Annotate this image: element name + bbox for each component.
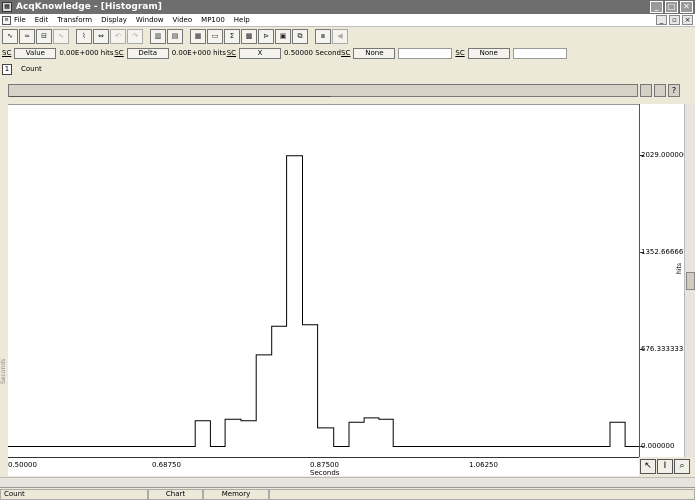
measurement-bar: SC Value 0.00E+000 hits SC Delta 0.00E+0… (0, 46, 695, 60)
toolbar: ∿ ≈ ⊟ ∿ ⌇ ⇔ ↶ ↷ ▥ ▤ ▦ ▭ Σ ▩ ⊳ ▣ ⧉ ⧈ ◀ (0, 27, 695, 45)
measurement-1-channel[interactable]: SC (2, 49, 11, 57)
menu-transform[interactable]: Transform (57, 16, 92, 24)
doc-close-button[interactable]: × (682, 15, 693, 25)
histogram-trace (8, 155, 639, 447)
measurement-2-channel[interactable]: SC (114, 49, 123, 57)
menu-window[interactable]: Window (136, 16, 164, 24)
show-grid-icon[interactable]: ▭ (207, 28, 223, 44)
menu-mp100[interactable]: MP100 (201, 16, 225, 24)
menu-file[interactable]: File (14, 16, 26, 24)
document-icon[interactable]: ≡ (2, 15, 11, 25)
measurement-4-channel[interactable]: SC (341, 49, 350, 57)
table-icon[interactable]: ▩ (241, 28, 257, 44)
overlap-segments-icon[interactable]: ∿ (2, 28, 18, 44)
grid-icon[interactable]: ▦ (190, 28, 206, 44)
y-axis-unit: hits (676, 263, 683, 274)
plot-area[interactable] (8, 104, 639, 457)
scope-mode-icon[interactable]: ∿ (53, 28, 69, 44)
menu-video[interactable]: Video (173, 16, 193, 24)
y-tick-label: 1352.666667 (641, 247, 688, 256)
x-axis-unit: Seconds (310, 469, 340, 477)
channel-settings-button[interactable] (654, 84, 666, 97)
print-icon[interactable]: ▤ (167, 28, 183, 44)
measurement-4-value (398, 47, 453, 59)
autoscale-horizontal-icon[interactable]: ⇔ (93, 28, 109, 44)
status-memory: Memory (203, 488, 269, 500)
chart-mode-icon[interactable]: ⊟ (36, 28, 52, 44)
x-tick-label: 1.06250 (469, 461, 498, 469)
event-marker-icon[interactable]: ⊳ (258, 28, 274, 44)
x-tick-label: 0.87500 (310, 461, 339, 469)
sum-icon[interactable]: Σ (224, 28, 240, 44)
rewind-icon[interactable]: ◀ (332, 28, 348, 44)
minimize-button[interactable]: _ (650, 1, 663, 13)
y-tick-label: 676.333333 (641, 344, 684, 353)
status-mode: Chart (148, 488, 203, 500)
i-beam-cursor-icon[interactable]: I (657, 459, 673, 474)
doc-restore-button[interactable]: ▫ (669, 15, 680, 25)
app-icon: ▦ (2, 2, 12, 12)
measurement-2-value: 0.00E+000 hits (171, 48, 226, 57)
measurement-1-type[interactable]: Value (14, 47, 57, 59)
arrange-icon[interactable]: ⧈ (315, 28, 331, 44)
zoom-back-icon[interactable]: ↶ (110, 28, 126, 44)
y-tick-label: 2029.000000 (641, 150, 688, 159)
title-bar: ▦ AcqKnowledge - [Histogram] _ □ ✕ (0, 0, 695, 14)
left-axis-label: Seconds (0, 358, 7, 384)
x-axis: 0.50000 0.68750 0.87500 1.06250 Seconds (8, 457, 639, 477)
arrow-cursor-icon[interactable]: ↖ (640, 459, 656, 474)
histogram-plot (8, 155, 639, 447)
channel-scroll-bar[interactable] (8, 84, 638, 97)
measurement-1-value: 0.00E+000 hits (59, 48, 114, 57)
vertical-scrollbar[interactable] (684, 104, 695, 457)
measurement-5-type[interactable]: None (467, 47, 510, 59)
menu-help[interactable]: Help (234, 16, 250, 24)
maximize-button[interactable]: □ (665, 1, 678, 13)
x-tick-label: 0.68750 (152, 461, 181, 469)
channel-row: 1 Count (0, 62, 695, 76)
channel-options-button[interactable] (640, 84, 652, 97)
doc-minimize-button[interactable]: _ (656, 15, 667, 25)
channel-label: Count (21, 65, 42, 73)
cursor-tools: ↖ I ⌕ (640, 459, 690, 474)
menu-edit[interactable]: Edit (35, 16, 49, 24)
channel-button[interactable]: 1 (2, 63, 12, 75)
measurement-3-type[interactable]: X (239, 47, 282, 59)
measurement-5-value (512, 47, 567, 59)
help-button[interactable]: ? (668, 84, 680, 97)
left-margin: Seconds (0, 104, 8, 457)
window-title: AcqKnowledge - [Histogram] (16, 2, 162, 12)
y-tick-label: 0.000000 (641, 441, 675, 450)
compare-waves-icon[interactable]: ≈ (19, 28, 35, 44)
print-preview-icon[interactable]: ▥ (150, 28, 166, 44)
x-tick-label: 0.50000 (8, 461, 37, 469)
measurement-5-channel[interactable]: SC (455, 49, 464, 57)
status-extra (269, 488, 695, 500)
measurement-4-type[interactable]: None (353, 47, 396, 59)
zoom-magnifier-icon[interactable]: ⌕ (674, 459, 690, 474)
measurement-2-type[interactable]: Delta (126, 47, 169, 59)
menu-display[interactable]: Display (101, 16, 127, 24)
clipboard-icon[interactable]: ⧉ (292, 28, 308, 44)
measurement-3-value: 0.50000 Second (284, 48, 341, 57)
measurement-3-channel[interactable]: SC (227, 49, 236, 57)
status-channel: Count (0, 488, 148, 500)
status-bar: Count Chart Memory (0, 487, 695, 500)
menu-bar: ≡ File Edit Transform Display Window Vid… (0, 14, 695, 27)
journal-icon[interactable]: ▣ (275, 28, 291, 44)
zoom-forward-icon[interactable]: ↷ (127, 28, 143, 44)
autoscale-waveforms-icon[interactable]: ⌇ (76, 28, 92, 44)
vertical-scroll-thumb[interactable] (686, 272, 695, 290)
horizontal-scrollbar[interactable] (0, 477, 695, 487)
close-button[interactable]: ✕ (680, 1, 693, 13)
